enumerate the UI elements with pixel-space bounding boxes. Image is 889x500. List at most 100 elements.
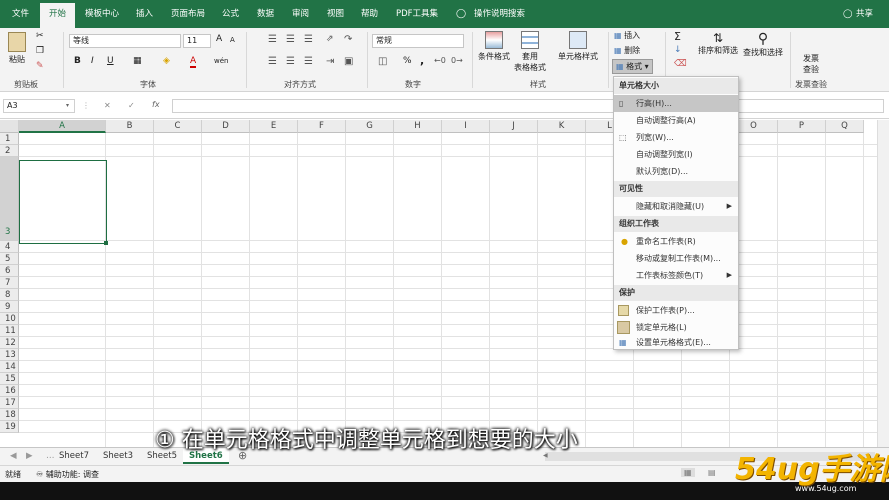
sort-filter-button[interactable]: ⇅ 排序和筛选 <box>698 31 738 56</box>
indent-icon[interactable]: ⇥ <box>326 56 334 67</box>
row-header[interactable]: 6 <box>0 265 19 277</box>
row-header[interactable]: 4 <box>0 241 19 253</box>
align-center-icon[interactable]: ☰ <box>286 56 295 67</box>
menu-item-row-height[interactable]: ▯ 行高(H)... <box>614 95 738 112</box>
column-header[interactable]: A <box>19 120 106 133</box>
menu-item-autofit-row[interactable]: 自动调整行高(A) <box>614 112 738 129</box>
tab-review[interactable]: 审阅 <box>292 0 309 28</box>
share-button[interactable]: 共享 <box>856 0 873 28</box>
column-header[interactable]: I <box>442 120 490 133</box>
formula-input[interactable] <box>172 99 884 113</box>
row-header[interactable]: 8 <box>0 289 19 301</box>
delete-cells-button[interactable]: ▦ 删除 <box>614 45 640 56</box>
menu-item-lock-cell[interactable]: 锁定单元格(L) <box>614 319 738 336</box>
page-layout-view-icon[interactable]: ▤ <box>708 468 716 477</box>
grow-font-button[interactable]: A <box>216 34 222 44</box>
bottom-align-icon[interactable]: ☰ <box>304 34 313 45</box>
tab-pdf-tools[interactable]: PDF工具集 <box>396 0 438 28</box>
column-header[interactable]: P <box>778 120 826 133</box>
paste-button[interactable]: 粘贴 <box>8 32 26 65</box>
find-select-button[interactable]: ⚲ 查找和选择 <box>743 31 783 58</box>
tell-me-search[interactable]: 操作说明搜索 <box>474 0 525 28</box>
menu-item-rename-sheet[interactable]: ● 重命名工作表(R) <box>614 233 738 250</box>
comma-button[interactable]: , <box>420 54 424 67</box>
increase-decimal-icon[interactable]: ←0 <box>434 56 446 65</box>
column-header[interactable]: B <box>106 120 154 133</box>
font-color-button[interactable]: A <box>190 56 197 68</box>
font-size-select[interactable]: 11 <box>183 34 211 48</box>
insert-function-button[interactable]: fx <box>152 100 160 109</box>
worksheet-grid[interactable]: ABCDEFGHIJKLMNOPQ 1234567891011121314151… <box>0 120 889 447</box>
column-header[interactable]: D <box>202 120 250 133</box>
tab-file[interactable]: 文件 <box>12 0 29 28</box>
menu-item-autofit-column[interactable]: 自动调整列宽(I) <box>614 146 738 163</box>
merge-center-icon[interactable]: ▣ <box>344 56 353 67</box>
autosum-icon[interactable]: Σ <box>674 30 681 43</box>
menu-item-format-cells[interactable]: ▦ 设置单元格格式(E)... <box>614 336 738 350</box>
select-all-corner[interactable] <box>0 120 19 133</box>
enter-entry-icon[interactable]: ✓ <box>128 101 135 110</box>
row-header[interactable]: 14 <box>0 361 19 373</box>
column-header[interactable]: C <box>154 120 202 133</box>
column-header[interactable]: H <box>394 120 442 133</box>
scroll-right-icon[interactable]: ▶ <box>20 449 39 464</box>
sheet-tab-sheet7[interactable]: Sheet7 <box>53 449 95 464</box>
column-header[interactable]: E <box>250 120 298 133</box>
invoice-check-button[interactable]: 发票 查验 <box>803 53 819 75</box>
sheet-tab-sheet3[interactable]: Sheet3 <box>97 449 139 464</box>
tab-formulas[interactable]: 公式 <box>222 0 239 28</box>
tab-page-layout[interactable]: 页面布局 <box>171 0 205 28</box>
row-header[interactable]: 5 <box>0 253 19 265</box>
copy-icon[interactable]: ❐ <box>36 46 44 56</box>
number-format-select[interactable]: 常规 <box>372 34 464 48</box>
menu-item-hide-unhide[interactable]: 隐藏和取消隐藏(U) ▶ <box>614 198 738 215</box>
clear-icon[interactable]: ⌫ <box>674 59 687 69</box>
column-header[interactable]: Q <box>826 120 864 133</box>
cut-icon[interactable]: ✂ <box>36 31 44 41</box>
column-header[interactable]: K <box>538 120 586 133</box>
cancel-entry-icon[interactable]: ✕ <box>104 101 111 110</box>
top-align-icon[interactable]: ☰ <box>268 34 277 45</box>
format-as-table-button[interactable]: 套用 表格格式 <box>514 31 546 73</box>
tab-data[interactable]: 数据 <box>257 0 274 28</box>
row-header[interactable]: 7 <box>0 277 19 289</box>
format-cells-button[interactable]: ▦ 格式 ▾ <box>612 59 653 74</box>
phonetic-button[interactable]: wén <box>214 57 228 65</box>
align-right-icon[interactable]: ☰ <box>304 56 313 67</box>
accessibility-status[interactable]: ♾ 辅助功能: 调查 <box>36 469 99 480</box>
currency-icon[interactable]: ◫ <box>378 56 387 67</box>
row-header[interactable]: 1 <box>0 133 19 145</box>
middle-align-icon[interactable]: ☰ <box>286 34 295 45</box>
row-header[interactable]: 2 <box>0 145 19 157</box>
menu-item-protect-sheet[interactable]: 保护工作表(P)... <box>614 302 738 319</box>
row-header[interactable]: 12 <box>0 337 19 349</box>
normal-view-icon[interactable]: ▦ <box>681 468 695 477</box>
format-painter-icon[interactable]: ✎ <box>36 61 44 71</box>
column-header[interactable]: J <box>490 120 538 133</box>
insert-cells-button[interactable]: ▦ 插入 <box>614 30 640 41</box>
tab-template-center[interactable]: 模板中心 <box>85 0 119 28</box>
italic-button[interactable]: I <box>91 56 94 66</box>
bold-button[interactable]: B <box>74 56 81 66</box>
row-header[interactable]: 17 <box>0 397 19 409</box>
menu-item-tab-color[interactable]: 工作表标签颜色(T) ▶ <box>614 267 738 284</box>
conditional-formatting-button[interactable]: 条件格式 <box>478 31 510 62</box>
name-box[interactable]: A3 <box>3 99 75 113</box>
borders-icon[interactable]: ▦ <box>133 56 142 66</box>
row-header[interactable]: 9 <box>0 301 19 313</box>
fill-handle[interactable] <box>104 241 108 245</box>
cell-styles-button[interactable]: 单元格样式 <box>558 31 598 62</box>
row-header[interactable]: 18 <box>0 409 19 421</box>
orientation-icon[interactable]: ⇗ <box>326 34 334 44</box>
row-header[interactable]: 16 <box>0 385 19 397</box>
row-header[interactable]: 11 <box>0 325 19 337</box>
column-header[interactable]: G <box>346 120 394 133</box>
row-header[interactable]: 13 <box>0 349 19 361</box>
menu-item-default-width[interactable]: 默认列宽(D)... <box>614 163 738 180</box>
tab-insert[interactable]: 插入 <box>136 0 153 28</box>
tab-home[interactable]: 开始 <box>40 3 76 28</box>
underline-button[interactable]: U <box>107 56 114 66</box>
row-header[interactable]: 3 <box>0 157 19 241</box>
column-header[interactable]: F <box>298 120 346 133</box>
percent-button[interactable]: % <box>403 56 412 66</box>
